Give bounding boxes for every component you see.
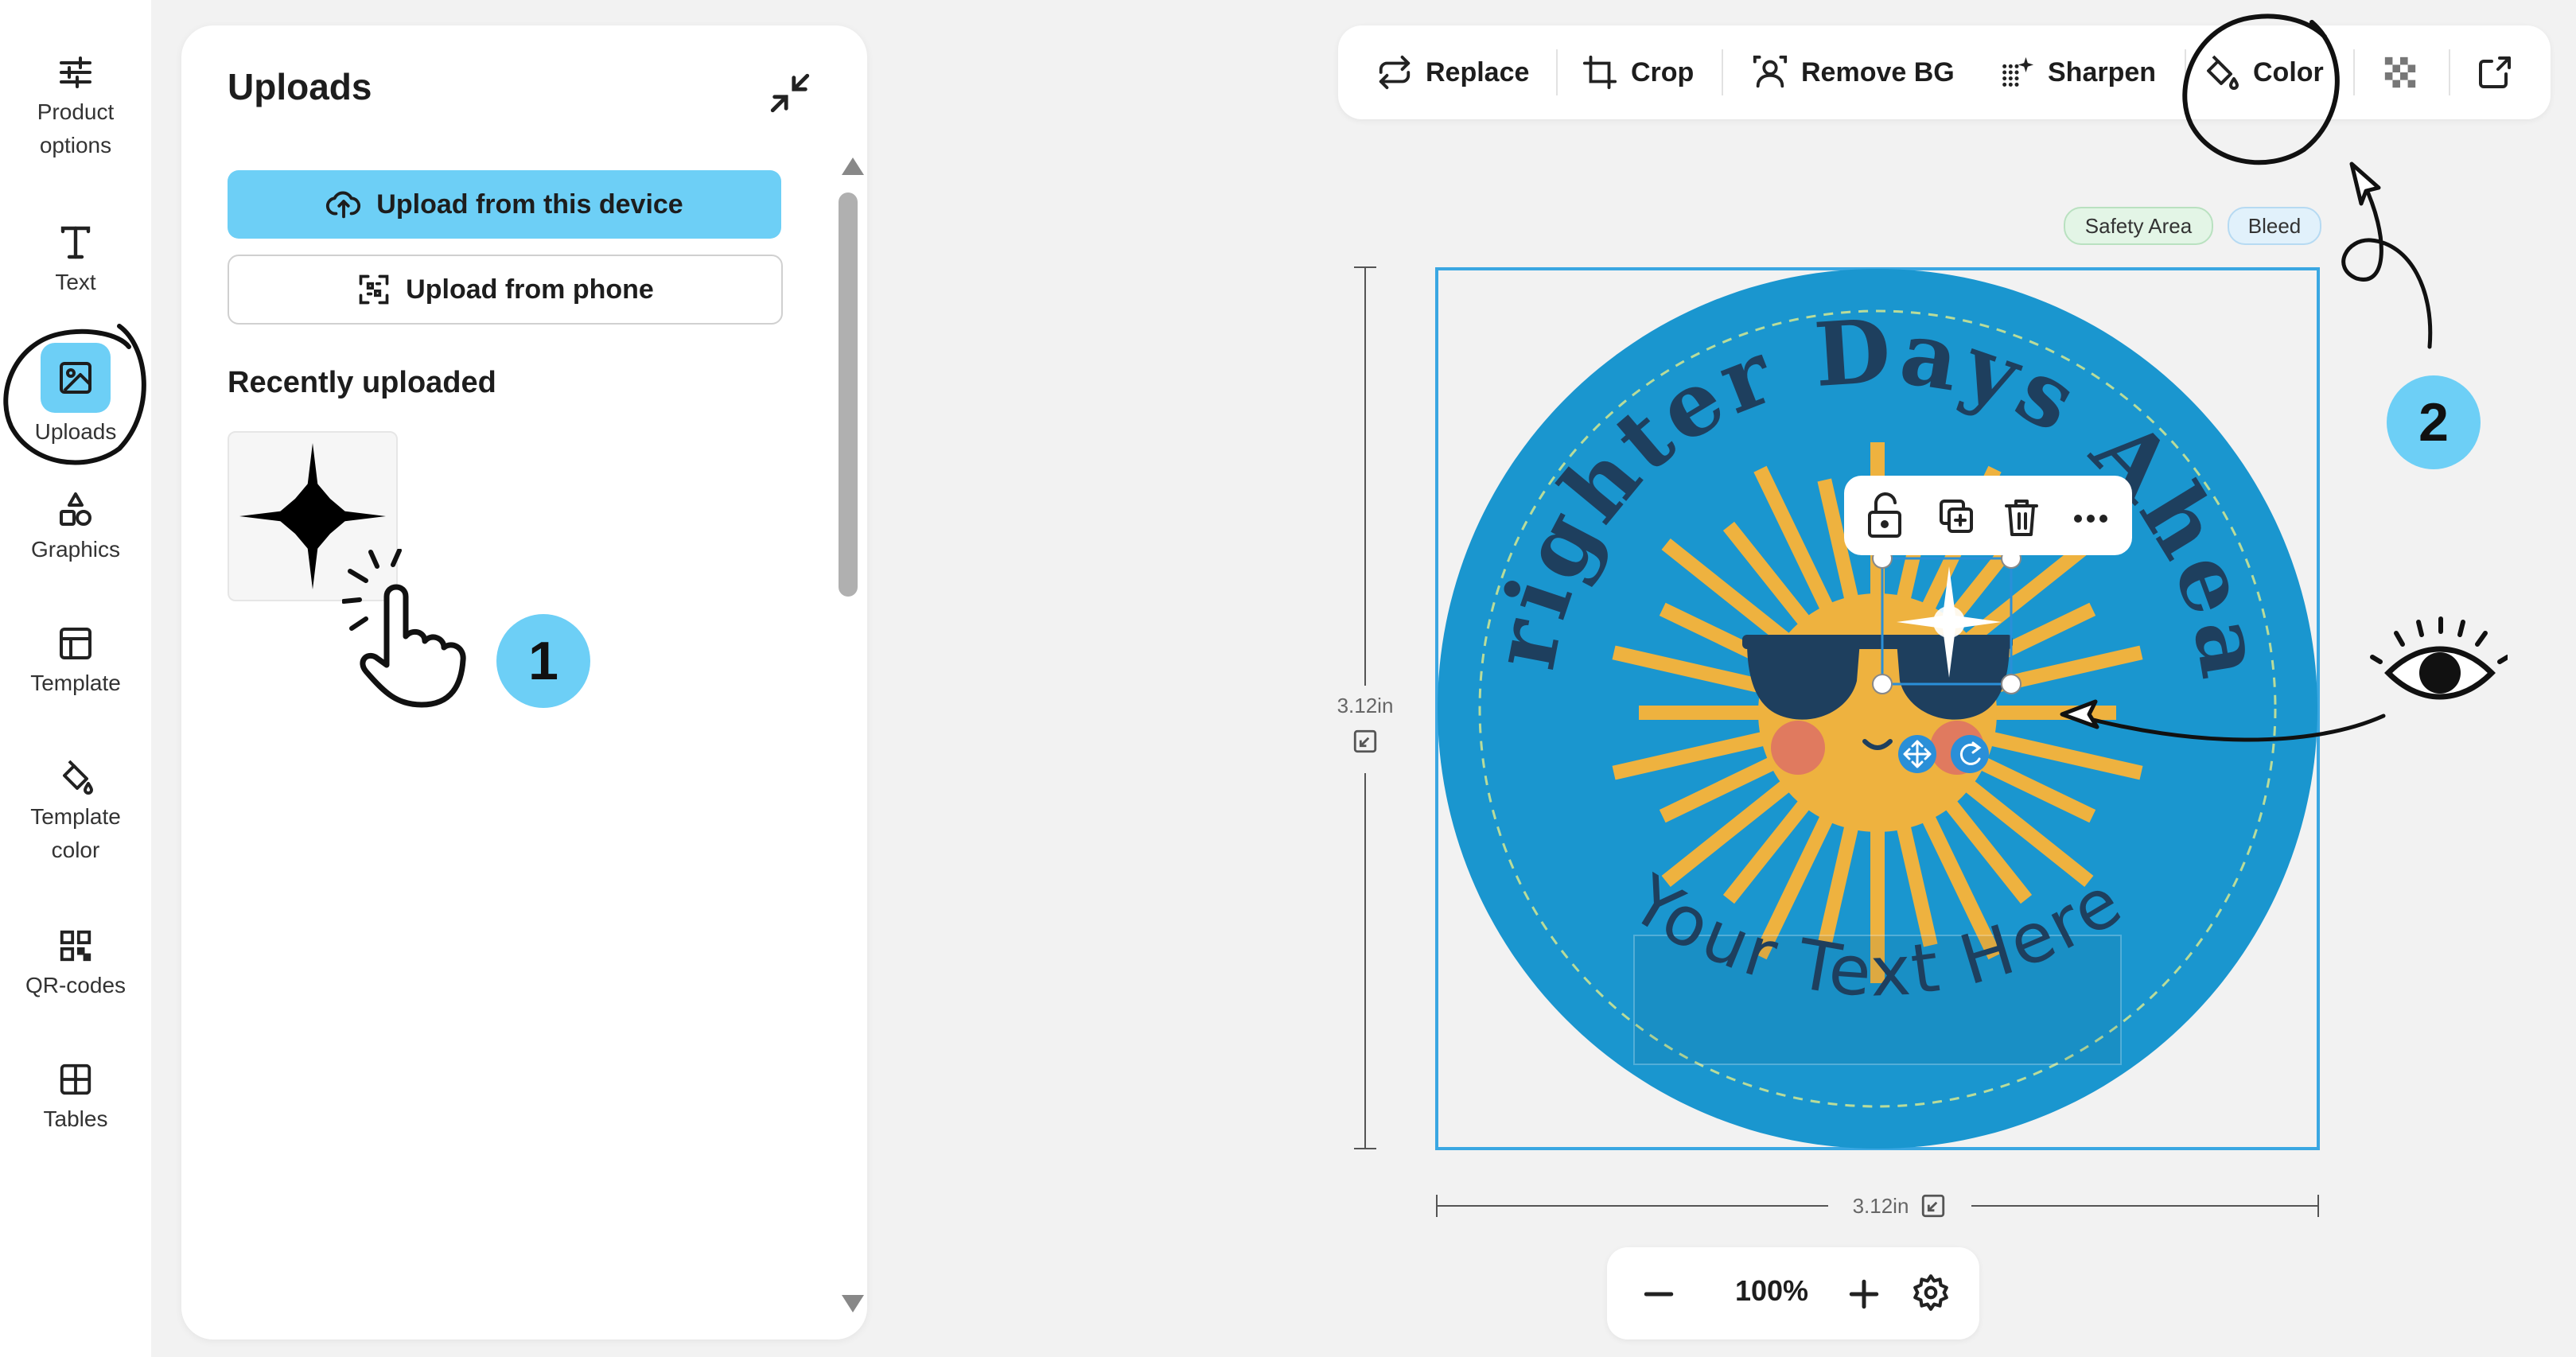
step-1-badge: 1 (496, 614, 590, 708)
scrollbar-thumb[interactable] (839, 192, 858, 597)
annotation-circle-color (2182, 14, 2340, 165)
replace-button[interactable]: Replace (1376, 25, 1529, 119)
sidebar-item-product-options[interactable]: Product options (0, 49, 151, 162)
sidebar-item-label: Product (37, 99, 115, 124)
toolbar-divider (2449, 49, 2450, 95)
rotate-handle[interactable] (1951, 735, 1989, 773)
zoom-level: 100% (1734, 1274, 1809, 1307)
bleed-toggle[interactable]: Bleed (2228, 207, 2321, 245)
text-icon (58, 224, 93, 262)
toolbar-divider (2353, 49, 2355, 95)
width-label: 3.12in (1852, 1193, 1909, 1218)
crop-button[interactable]: Crop (1582, 25, 1694, 119)
move-handle[interactable] (1898, 735, 1936, 773)
step-2-badge: 2 (2387, 375, 2481, 469)
table-icon (57, 1061, 94, 1098)
minus-icon (1644, 1292, 1674, 1297)
toolbar-divider (1556, 49, 1558, 95)
zoom-settings-button[interactable] (1911, 1273, 1954, 1316)
left-sidebar: Product options Text Uploads Graphics Te… (0, 0, 151, 1357)
resize-icon[interactable] (1352, 728, 1379, 755)
sidebar-item-tables[interactable]: Tables (0, 1056, 151, 1136)
replace-icon (1379, 55, 1411, 90)
transparency-button[interactable] (2382, 25, 2418, 119)
upload-from-device-button[interactable]: Upload from this device (228, 170, 781, 239)
sidebar-item-template-color[interactable]: Template color (0, 754, 151, 867)
element-context-toolbar (1844, 476, 2132, 555)
sidebar-item-label: Text (55, 270, 96, 294)
scroll-up-arrow[interactable] (842, 157, 864, 175)
image-toolbar: Replace Crop Remove BG Sharpen Color (1338, 25, 2551, 119)
template-icon (56, 624, 95, 663)
sliders-icon (56, 53, 95, 91)
resize-icon[interactable] (1920, 1192, 1947, 1219)
scan-qr-icon (359, 274, 389, 305)
zoom-controls: 100% (1607, 1247, 1979, 1340)
sidebar-item-label: Template (30, 671, 121, 695)
crop-icon (1582, 55, 1617, 90)
sharpen-label: Sharpen (2048, 56, 2157, 87)
panel-title: Uploads (228, 66, 372, 107)
collapse-icon (770, 73, 810, 113)
transparency-checker-icon (2384, 56, 2416, 88)
export-button[interactable] (2476, 25, 2514, 119)
plus-icon (1849, 1279, 1879, 1309)
remove-bg-button[interactable]: Remove BG (1752, 25, 1955, 119)
height-label: 3.12in (1337, 694, 1394, 717)
sidebar-item-qr-codes[interactable]: QR-codes (0, 923, 151, 1002)
qr-code-icon (57, 927, 94, 964)
pointer-hand-icon (342, 549, 466, 708)
zoom-out-button[interactable] (1637, 1273, 1680, 1316)
recently-uploaded-heading: Recently uploaded (228, 366, 496, 399)
shapes-icon (56, 491, 95, 529)
upload-from-device-label: Upload from this device (376, 189, 683, 220)
cloud-upload-icon (326, 191, 361, 219)
remove-bg-label: Remove BG (1801, 56, 1955, 87)
sharpen-button[interactable]: Sharpen (1998, 25, 2156, 119)
toolbar-divider (1722, 49, 1723, 95)
upload-from-phone-button[interactable]: Upload from phone (228, 255, 783, 325)
sidebar-item-label: QR-codes (25, 973, 126, 997)
annotation-eye-arrow (2060, 616, 2508, 742)
more-options-button[interactable] (2074, 515, 2107, 523)
collapse-panel-button[interactable] (767, 70, 813, 116)
share-export-icon (2479, 56, 2511, 88)
sharpen-icon (2002, 56, 2034, 87)
left-cheek (1771, 721, 1825, 775)
sidebar-item-label: Template (30, 804, 121, 829)
height-dimension: 3.12in (1325, 686, 1405, 773)
sidebar-item-text[interactable]: Text (0, 220, 151, 299)
safety-area-toggle[interactable]: Safety Area (2064, 207, 2213, 245)
sidebar-item-label: Graphics (30, 537, 121, 562)
upload-from-phone-label: Upload from phone (406, 274, 654, 305)
replace-label: Replace (1426, 56, 1530, 87)
width-dimension: 3.12in (1828, 1188, 1971, 1223)
gear-icon (1913, 1274, 1948, 1311)
eye-icon (2370, 616, 2508, 700)
scroll-down-arrow[interactable] (842, 1295, 864, 1312)
sidebar-item-label-line2: color (51, 838, 100, 862)
sidebar-item-graphics[interactable]: Graphics (0, 487, 151, 566)
sidebar-item-label: Tables (43, 1106, 108, 1131)
sidebar-item-template[interactable]: Template (0, 620, 151, 700)
remove-background-icon (1753, 55, 1788, 88)
annotation-circle-uploads (3, 324, 146, 465)
sidebar-item-label-line2: options (39, 133, 112, 157)
crop-label: Crop (1631, 56, 1695, 87)
paint-bucket-icon (56, 758, 95, 796)
zoom-in-button[interactable] (1843, 1273, 1885, 1316)
